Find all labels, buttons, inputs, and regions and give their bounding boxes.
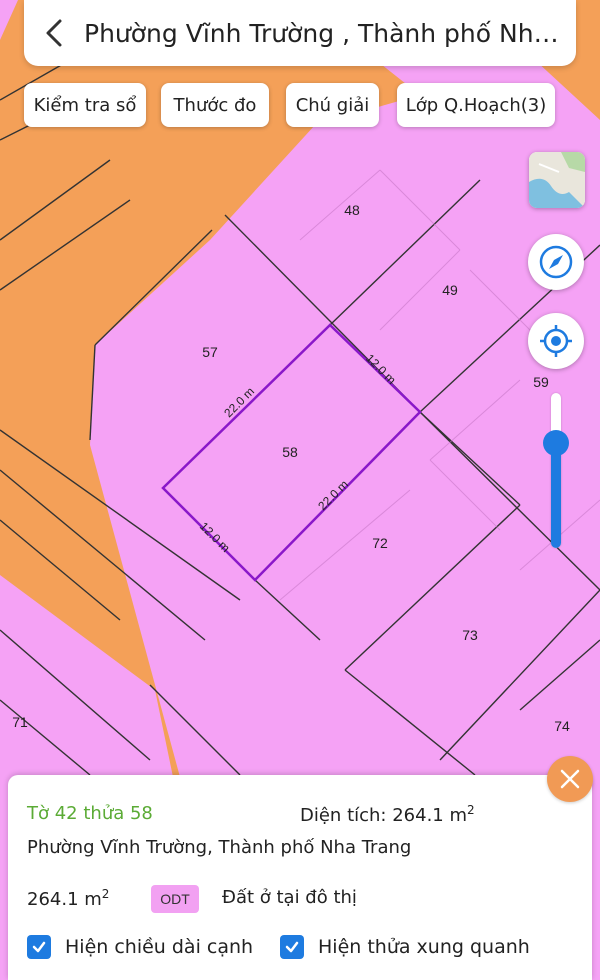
- measure-button[interactable]: Thước đo: [161, 83, 269, 127]
- checkbox-checked-icon: [280, 935, 304, 959]
- parcel-label-72: 72: [372, 535, 388, 551]
- parcel-label-49: 49: [442, 282, 458, 298]
- gps-locate-icon: [540, 325, 572, 357]
- check-book-button[interactable]: Kiểm tra sổ: [24, 83, 146, 127]
- land-use-description: Đất ở tại đô thị: [222, 887, 357, 908]
- map-layer-toggle[interactable]: [529, 152, 585, 208]
- parcel-address: Phường Vĩnh Trường, Thành phố Nha Trang: [27, 837, 412, 858]
- checkbox-label: Hiện chiều dài cạnh: [65, 936, 254, 958]
- parcel-area: Diện tích: 264.1 m2: [300, 803, 475, 826]
- page-title: Phường Vĩnh Trường , Thành phố Nha Tr...: [84, 18, 569, 48]
- zoom-level-label: 59: [533, 374, 549, 390]
- compass-icon: [539, 245, 573, 279]
- parcel-label-71: 71: [12, 714, 28, 730]
- parcel-label-58: 58: [282, 444, 298, 460]
- show-edge-length-checkbox[interactable]: Hiện chiều dài cạnh: [27, 935, 253, 959]
- parcel-label-48: 48: [344, 202, 360, 218]
- checkbox-checked-icon: [27, 935, 51, 959]
- show-neighbor-parcels-checkbox[interactable]: Hiện thửa xung quanh: [280, 935, 530, 959]
- zoom-slider-handle[interactable]: [543, 430, 569, 456]
- close-sheet-button[interactable]: [547, 756, 593, 802]
- header-bar: Phường Vĩnh Trường , Thành phố Nha Tr...: [24, 0, 576, 66]
- parcel-label-74: 74: [554, 718, 570, 734]
- parcel-info-sheet: Tờ 42 thửa 58 Diện tích: 264.1 m2 Phường…: [8, 775, 592, 980]
- back-button[interactable]: [24, 0, 84, 66]
- parcel-id: Tờ 42 thửa 58: [27, 803, 153, 824]
- map-toolbar: Kiểm tra sổ Thước đo Chú giải Lớp Q.Hoạc…: [0, 83, 600, 129]
- compass-button[interactable]: [528, 234, 584, 290]
- chevron-left-icon: [46, 19, 62, 47]
- checkbox-label: Hiện thửa xung quanh: [318, 936, 530, 958]
- legend-button[interactable]: Chú giải: [286, 83, 379, 127]
- map-thumbnail-icon: [529, 152, 585, 208]
- land-use-area: 264.1 m2: [27, 887, 110, 910]
- parcel-label-57: 57: [202, 344, 218, 360]
- close-icon: [560, 769, 580, 789]
- locate-button[interactable]: [528, 313, 584, 369]
- zoom-slider-fill: [551, 440, 561, 548]
- parcel-label-73: 73: [462, 627, 478, 643]
- land-use-code-badge: ODT: [151, 885, 199, 913]
- planning-layer-button[interactable]: Lớp Q.Hoạch(3): [397, 83, 555, 127]
